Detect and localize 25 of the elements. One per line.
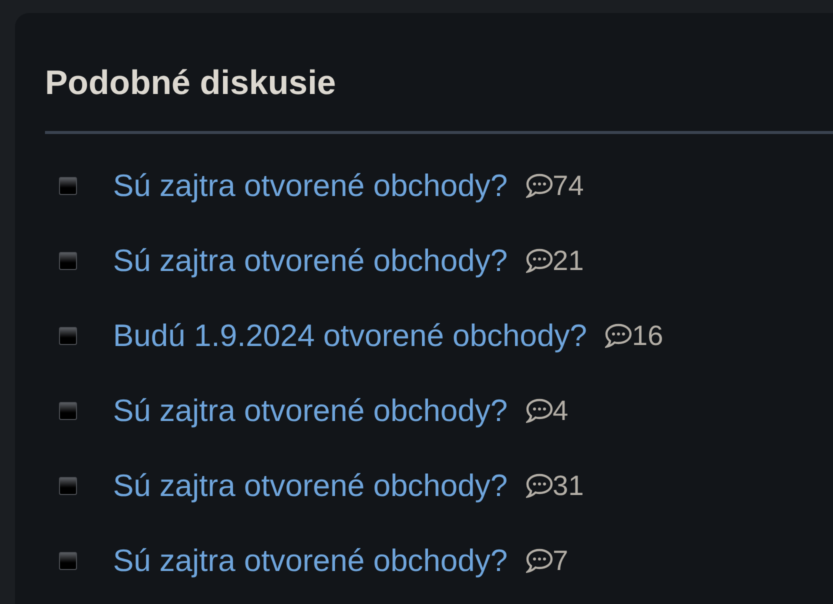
speech-bubble-icon — [526, 473, 553, 498]
discussion-link[interactable]: Sú zajtra otvorené obchody? — [113, 167, 508, 204]
discussion-link[interactable]: Sú zajtra otvorené obchody? — [113, 392, 508, 429]
comment-count: 4 — [552, 394, 568, 426]
discussion-link[interactable]: Sú zajtra otvorené obchody? — [113, 467, 508, 504]
speech-bubble-icon — [605, 323, 632, 348]
discussion-link[interactable]: Sú zajtra otvorené obchody? — [113, 542, 508, 579]
bullet-icon — [59, 402, 77, 420]
bullet-icon — [59, 552, 77, 570]
comment-count: 16 — [632, 320, 664, 352]
section-title: Podobné diskusie — [45, 63, 336, 103]
speech-bubble-icon — [526, 173, 553, 198]
speech-bubble-icon — [526, 548, 553, 573]
speech-bubble-icon — [526, 398, 553, 423]
discussion-link[interactable]: Sú zajtra otvorené obchody? — [113, 242, 508, 279]
speech-bubble-icon — [526, 248, 553, 273]
comment-count: 7 — [552, 544, 568, 576]
discussion-link[interactable]: Budú 1.9.2024 otvorené obchody? — [113, 317, 587, 354]
comment-count: 74 — [552, 170, 584, 202]
bullet-icon — [59, 252, 77, 270]
comment-count: 21 — [552, 244, 584, 276]
bullet-icon — [59, 176, 77, 194]
bullet-icon — [59, 326, 77, 344]
comment-count: 31 — [552, 470, 584, 502]
bullet-icon — [59, 476, 77, 494]
